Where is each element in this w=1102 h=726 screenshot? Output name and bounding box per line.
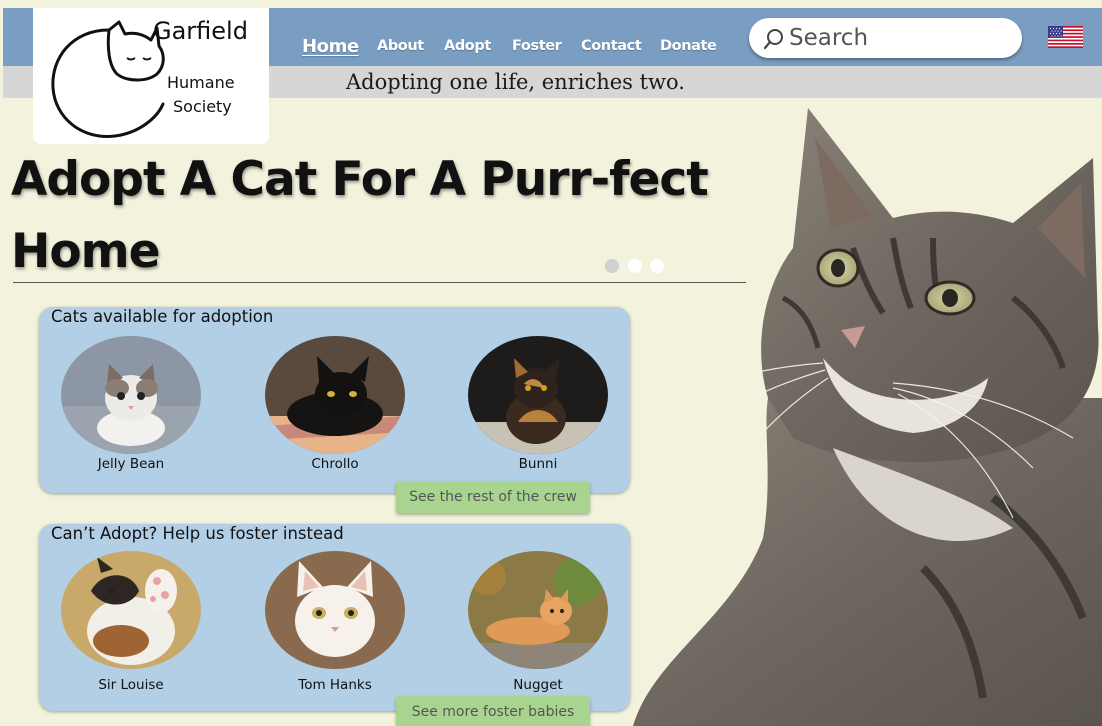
cat-name: Tom Hanks [298, 677, 372, 693]
cat-name: Sir Louise [98, 677, 164, 693]
search-icon[interactable] [763, 28, 785, 50]
see-more-foster-babies-button[interactable]: See more foster babies [396, 696, 590, 726]
carousel-dot-1[interactable] [605, 259, 619, 273]
adoption-panel: Cats available for adoption Jelly Bean C… [39, 307, 630, 493]
cat-name: Chrollo [311, 456, 359, 472]
cat-photo-tom-hanks[interactable] [265, 551, 405, 669]
cat-photo-bunni[interactable] [468, 336, 608, 454]
hero-divider [13, 282, 746, 283]
cat-photo-chrollo[interactable] [265, 336, 405, 454]
nav-donate[interactable]: Donate [660, 38, 717, 54]
logo-subtitle-line-2: Society [173, 97, 232, 116]
search-input[interactable] [789, 22, 1009, 54]
foster-panel: Can’t Adopt? Help us foster instead Sir … [39, 524, 630, 711]
us-flag-icon[interactable] [1048, 26, 1083, 48]
sleeping-cat-logo-icon [51, 20, 165, 138]
page: Adopting one life, enriches two. Garfiel… [3, 8, 1102, 726]
cat-photo-nugget[interactable] [468, 551, 608, 669]
cat-name: Jelly Bean [97, 456, 165, 472]
tagline: Adopting one life, enriches two. [346, 70, 685, 94]
cat-photo-sir-louise[interactable] [61, 551, 201, 669]
carousel-dot-3[interactable] [650, 259, 664, 273]
foster-panel-title: Can’t Adopt? Help us foster instead [51, 524, 344, 543]
cat-photo-jelly-bean[interactable] [61, 336, 201, 454]
carousel-dot-2[interactable] [628, 259, 642, 273]
nav-foster[interactable]: Foster [512, 38, 562, 54]
adoption-panel-title: Cats available for adoption [51, 307, 274, 326]
cat-name: Nugget [513, 677, 563, 693]
logo[interactable]: Garfield Humane Society [33, 8, 269, 144]
nav-adopt[interactable]: Adopt [444, 38, 491, 54]
search-box[interactable] [749, 18, 1022, 58]
cat-name: Bunni [518, 456, 558, 472]
logo-subtitle-line-1: Humane [167, 73, 235, 92]
logo-name: Garfield [153, 17, 248, 45]
nav-about[interactable]: About [377, 38, 424, 54]
nav-home[interactable]: Home [302, 36, 359, 57]
nav-contact[interactable]: Contact [581, 38, 642, 54]
see-rest-of-crew-button[interactable]: See the rest of the crew [396, 481, 590, 513]
